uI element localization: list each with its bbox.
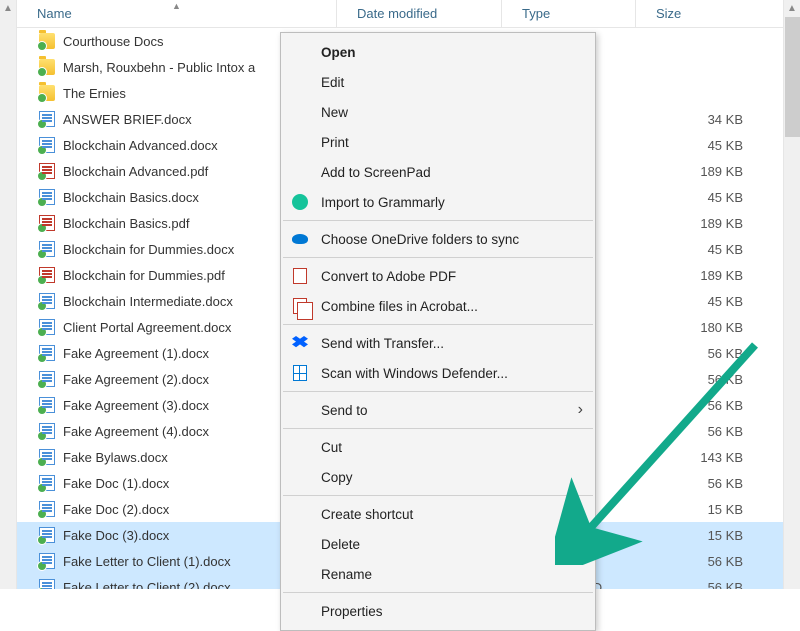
file-size: 56 KB (636, 346, 783, 361)
dropbox-icon (291, 334, 309, 352)
defender-icon (291, 364, 309, 382)
doc-icon (37, 189, 57, 205)
context-menu: Open Edit New Print Add to ScreenPad Imp… (280, 32, 596, 631)
doc-icon (37, 241, 57, 257)
column-label: Type (522, 6, 550, 21)
menu-add-screenpad[interactable]: Add to ScreenPad (281, 157, 595, 187)
scroll-up-icon[interactable]: ▲ (0, 0, 16, 17)
menu-convert-pdf[interactable]: Convert to Adobe PDF (281, 261, 595, 291)
doc-icon (37, 137, 57, 153)
file-size: 189 KB (636, 268, 783, 283)
menu-separator (283, 592, 593, 593)
folder-icon (37, 85, 57, 101)
menu-edit[interactable]: Edit (281, 67, 595, 97)
doc-icon (37, 111, 57, 127)
menu-separator (283, 428, 593, 429)
menu-import-grammarly[interactable]: Import to Grammarly (281, 187, 595, 217)
file-size: 56 KB (636, 424, 783, 439)
menu-combine-acrobat[interactable]: Combine files in Acrobat... (281, 291, 595, 321)
doc-icon (37, 579, 57, 589)
file-size: 56 KB (636, 476, 783, 491)
doc-icon (37, 319, 57, 335)
menu-copy[interactable]: Copy (281, 462, 595, 492)
menu-separator (283, 220, 593, 221)
column-label: Name (37, 6, 72, 21)
folder-icon (37, 33, 57, 49)
file-size: 56 KB (636, 372, 783, 387)
menu-separator (283, 257, 593, 258)
menu-send-transfer[interactable]: Send with Transfer... (281, 328, 595, 358)
file-size: 45 KB (636, 138, 783, 153)
menu-new[interactable]: New (281, 97, 595, 127)
scrollbar-left[interactable]: ▲ (0, 0, 17, 589)
doc-icon (37, 501, 57, 517)
pdf-icon (37, 267, 57, 283)
pdf-icon (37, 215, 57, 231)
menu-create-shortcut[interactable]: Create shortcut (281, 499, 595, 529)
adobe-pdf-icon (291, 267, 309, 285)
file-size: 45 KB (636, 190, 783, 205)
doc-icon (37, 371, 57, 387)
file-size: 143 KB (636, 450, 783, 465)
file-size: 45 KB (636, 242, 783, 257)
file-size: 15 KB (636, 528, 783, 543)
file-size: 56 KB (636, 398, 783, 413)
file-size: 45 KB (636, 294, 783, 309)
doc-icon (37, 449, 57, 465)
menu-separator (283, 391, 593, 392)
grammarly-icon (291, 193, 309, 211)
doc-icon (37, 475, 57, 491)
doc-icon (37, 527, 57, 543)
menu-cut[interactable]: Cut (281, 432, 595, 462)
file-size: 56 KB (636, 554, 783, 569)
scroll-up-icon[interactable]: ▲ (784, 0, 800, 17)
doc-icon (37, 553, 57, 569)
column-header-type[interactable]: Type (502, 0, 636, 27)
acrobat-combine-icon (291, 297, 309, 315)
file-size: 189 KB (636, 216, 783, 231)
menu-scan-defender[interactable]: Scan with Windows Defender... (281, 358, 595, 388)
menu-open[interactable]: Open (281, 37, 595, 67)
menu-onedrive-sync[interactable]: Choose OneDrive folders to sync (281, 224, 595, 254)
doc-icon (37, 423, 57, 439)
pdf-icon (37, 163, 57, 179)
menu-separator (283, 324, 593, 325)
menu-send-to[interactable]: Send to › (281, 395, 595, 425)
file-size: 15 KB (636, 502, 783, 517)
file-size: 189 KB (636, 164, 783, 179)
column-header-row: ▲ Name Date modified Type Size (17, 0, 783, 28)
column-header-size[interactable]: Size (636, 0, 783, 27)
column-label: Date modified (357, 6, 437, 21)
sort-ascending-icon: ▲ (172, 1, 181, 11)
menu-properties[interactable]: Properties (281, 596, 595, 626)
scroll-thumb[interactable] (785, 17, 800, 137)
file-size: 34 KB (636, 112, 783, 127)
chevron-right-icon: › (578, 401, 583, 419)
menu-separator (283, 495, 593, 496)
doc-icon (37, 345, 57, 361)
menu-rename[interactable]: Rename (281, 559, 595, 589)
menu-delete[interactable]: Delete (281, 529, 595, 559)
folder-icon (37, 59, 57, 75)
column-header-date[interactable]: Date modified (337, 0, 502, 27)
doc-icon (37, 293, 57, 309)
scrollbar-right[interactable]: ▲ (783, 0, 800, 589)
file-size: 56 KB (636, 580, 783, 590)
file-size: 180 KB (636, 320, 783, 335)
onedrive-icon (291, 230, 309, 248)
column-header-name[interactable]: ▲ Name (17, 0, 337, 27)
doc-icon (37, 397, 57, 413)
column-label: Size (656, 6, 681, 21)
menu-print[interactable]: Print (281, 127, 595, 157)
